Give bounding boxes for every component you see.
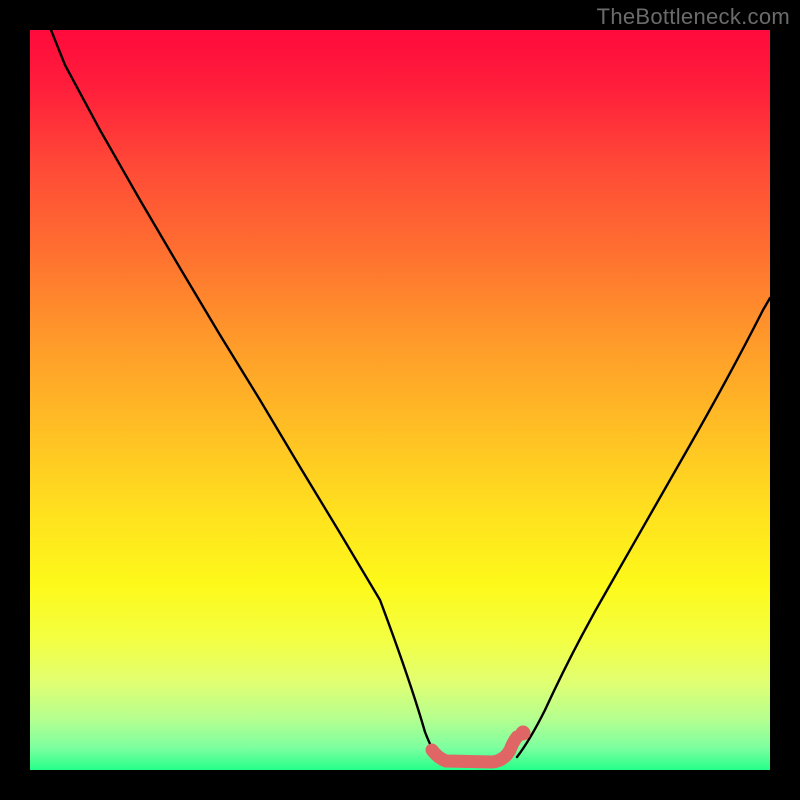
chart-plot-area	[30, 30, 770, 770]
curve-right-branch	[517, 298, 770, 757]
chart-curves-svg	[30, 30, 770, 770]
watermark-text: TheBottleneck.com	[597, 4, 790, 30]
valley-marker-line	[432, 737, 517, 762]
valley-marker-dot	[516, 726, 531, 741]
curve-left-branch	[45, 30, 437, 756]
chart-frame: TheBottleneck.com	[0, 0, 800, 800]
